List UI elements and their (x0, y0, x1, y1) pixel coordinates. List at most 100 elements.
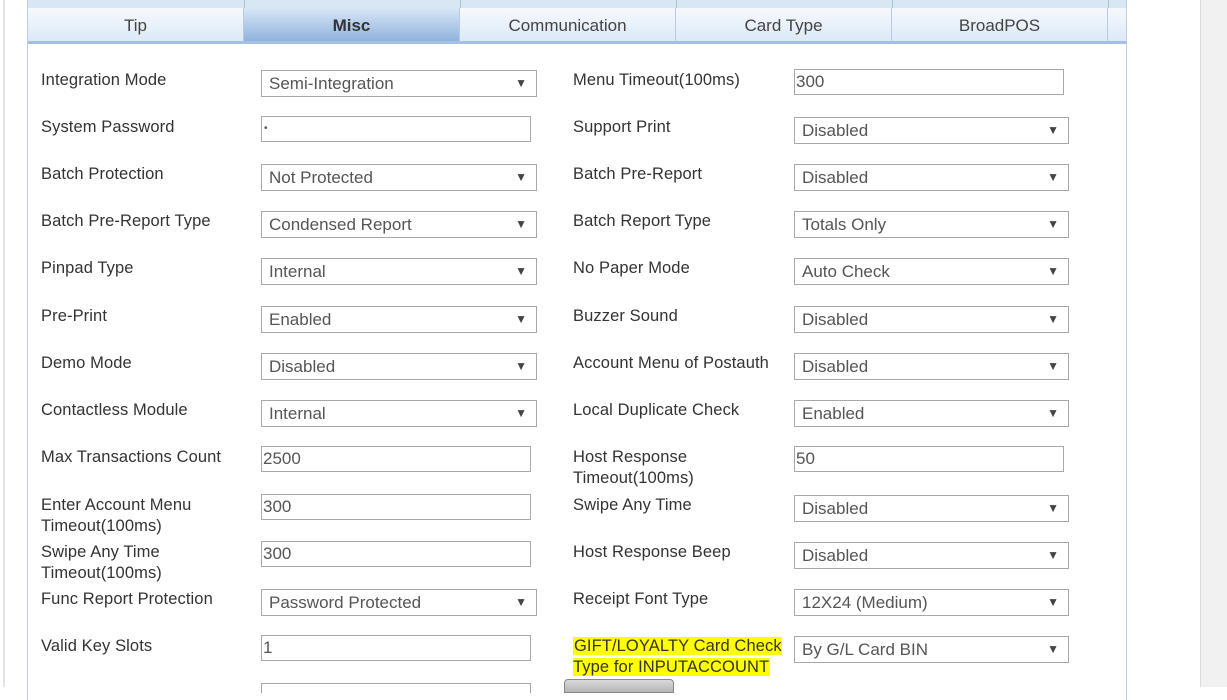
select-value: Enabled (269, 310, 332, 329)
window-left-border (3, 0, 5, 687)
field-label: Receipt Font Type (573, 589, 788, 610)
select-value: Disabled (802, 546, 869, 565)
field-label: Batch Protection (41, 164, 255, 185)
field-label: Support Print (573, 117, 788, 138)
field-label: Pre-Print (41, 306, 255, 327)
field-label-text: Pinpad Type (41, 259, 134, 277)
text-field[interactable]: 1 (261, 635, 531, 661)
next-row-button[interactable] (564, 679, 674, 693)
field-label-text: Menu Timeout(100ms) (573, 71, 740, 89)
chevron-down-icon: ▼ (1047, 548, 1059, 562)
field-label-text: Account Menu of Postauth (573, 354, 769, 372)
field-label-text: Swipe Any Time (573, 496, 692, 514)
chevron-down-icon: ▼ (1047, 312, 1059, 326)
tab-bar: Tip Misc Communication Card Type BroadPO… (28, 8, 1126, 44)
field-label: Local Duplicate Check (573, 400, 788, 421)
password-field[interactable]: • (261, 116, 531, 142)
field-label-text: System Password (41, 118, 175, 136)
select-value: Enabled (802, 404, 865, 423)
select-dropdown[interactable]: Password Protected ▼ (261, 589, 537, 616)
select-dropdown[interactable]: By G/L Card BIN ▼ (794, 636, 1069, 663)
field-label-text: Batch Pre-Report Type (41, 212, 211, 230)
field-label-text: Batch Report Type (573, 212, 712, 230)
field-label-text: Demo Mode (41, 354, 132, 372)
select-dropdown[interactable]: Disabled ▼ (794, 306, 1069, 333)
tab-communication[interactable]: Communication (460, 8, 676, 41)
select-value: Disabled (802, 121, 869, 140)
field-label-text: Buzzer Sound (573, 307, 678, 325)
select-dropdown[interactable]: Totals Only ▼ (794, 211, 1069, 238)
field-label: Swipe Any Time (573, 495, 788, 516)
chevron-down-icon: ▼ (1047, 217, 1059, 231)
tabs-top-strip (28, 0, 1126, 8)
chevron-down-icon: ▼ (1047, 501, 1059, 515)
chevron-down-icon: ▼ (515, 359, 527, 373)
select-dropdown[interactable]: Disabled ▼ (794, 164, 1069, 191)
select-dropdown[interactable]: Auto Check ▼ (794, 258, 1069, 285)
tab-overflow-stub (1108, 8, 1126, 41)
select-value: Disabled (802, 499, 869, 518)
tab-misc[interactable]: Misc (244, 8, 460, 41)
select-dropdown[interactable]: Condensed Report ▼ (261, 211, 537, 238)
select-value: 12X24 (Medium) (802, 593, 928, 612)
field-label: Account Menu of Postauth (573, 353, 788, 374)
field-label-text: Local Duplicate Check (573, 401, 740, 419)
field-label-text: Func Report Protection (41, 590, 213, 608)
field-label: Max Transactions Count (41, 447, 255, 468)
field-label: Func Report Protection (41, 589, 255, 610)
select-dropdown[interactable]: Not Protected ▼ (261, 164, 537, 191)
text-field[interactable]: 300 (794, 69, 1064, 95)
tab-broadpos[interactable]: BroadPOS (892, 8, 1108, 41)
select-dropdown[interactable]: Internal ▼ (261, 258, 537, 285)
select-value: Disabled (802, 168, 869, 187)
select-dropdown[interactable]: Enabled ▼ (794, 400, 1069, 427)
chevron-down-icon: ▼ (1047, 123, 1059, 137)
field-label: Enter Account Menu Timeout(100ms) (41, 495, 255, 537)
chevron-down-icon: ▼ (1047, 595, 1059, 609)
select-dropdown[interactable]: Disabled ▼ (794, 495, 1069, 522)
field-label: Valid Key Slots (41, 636, 255, 657)
select-dropdown[interactable]: Disabled ▼ (794, 353, 1069, 380)
select-value: Disabled (269, 357, 336, 376)
field-label: Demo Mode (41, 353, 255, 374)
select-dropdown[interactable]: Disabled ▼ (261, 353, 537, 380)
text-field[interactable]: 2500 (261, 446, 531, 472)
select-dropdown[interactable]: 12X24 (Medium) ▼ (794, 589, 1069, 616)
select-value: Internal (269, 262, 326, 281)
text-field[interactable]: 50 (794, 446, 1064, 472)
field-label: No Paper Mode (573, 258, 788, 279)
select-value: Password Protected (269, 593, 422, 612)
field-label: Batch Report Type (573, 211, 788, 232)
select-dropdown[interactable]: Enabled ▼ (261, 306, 537, 333)
select-dropdown[interactable]: Internal ▼ (261, 400, 537, 427)
next-row-input[interactable] (261, 683, 531, 693)
field-label: Contactless Module (41, 400, 255, 421)
select-value: Semi-Integration (269, 74, 394, 93)
text-field[interactable]: 300 (261, 541, 531, 567)
select-value: Internal (269, 404, 326, 423)
select-value: Auto Check (802, 262, 890, 281)
chevron-down-icon: ▼ (515, 406, 527, 420)
chevron-down-icon: ▼ (1047, 264, 1059, 278)
field-label-text: Max Transactions Count (41, 448, 222, 466)
field-label: Swipe Any Time Timeout(100ms) (41, 542, 255, 584)
tab-tip[interactable]: Tip (28, 8, 244, 41)
select-dropdown[interactable]: Semi-Integration ▼ (261, 70, 537, 97)
field-label-text: Pre-Print (41, 307, 107, 325)
tab-card-type[interactable]: Card Type (676, 8, 892, 41)
field-label-text: Batch Pre-Report (573, 165, 703, 183)
field-label: Batch Pre-Report Type (41, 211, 255, 232)
scrollbar-gutter[interactable] (1200, 0, 1227, 687)
field-label-text: Enter Account Menu Timeout(100ms) (41, 496, 192, 535)
chevron-down-icon: ▼ (515, 76, 527, 90)
chevron-down-icon: ▼ (515, 170, 527, 184)
select-dropdown[interactable]: Disabled ▼ (794, 542, 1069, 569)
select-dropdown[interactable]: Disabled ▼ (794, 117, 1069, 144)
field-label-text: Valid Key Slots (41, 637, 153, 655)
field-label-text: Batch Protection (41, 165, 164, 183)
field-label: GIFT/LOYALTY Card Check Type for INPUTAC… (573, 636, 788, 678)
field-label-text: No Paper Mode (573, 259, 690, 277)
select-value: Disabled (802, 310, 869, 329)
field-label-text: Swipe Any Time Timeout(100ms) (41, 543, 162, 582)
text-field[interactable]: 300 (261, 494, 531, 520)
